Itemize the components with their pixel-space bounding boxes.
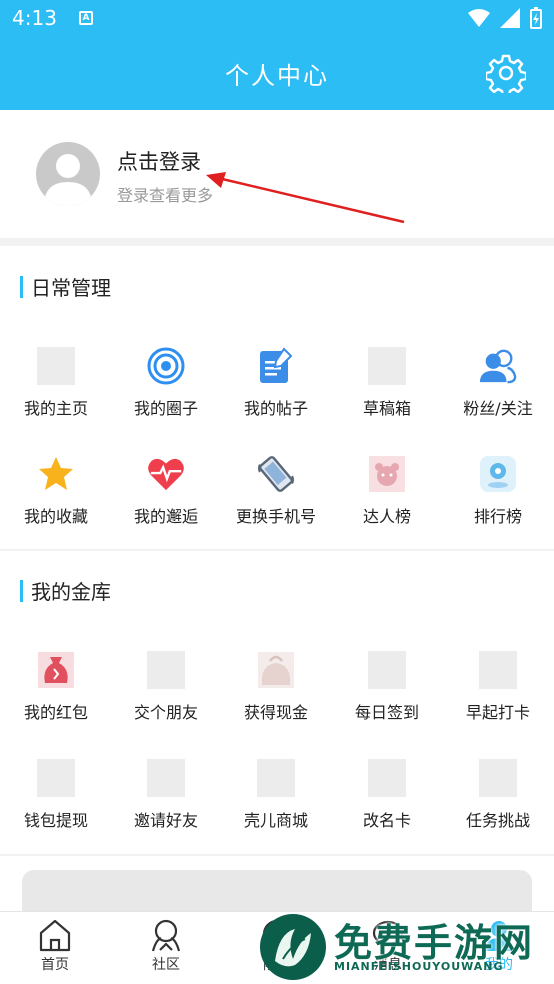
- placeholder-icon: [368, 651, 406, 689]
- item-label: 壳儿商城: [243, 811, 308, 830]
- section-vault: 我的金库: [20, 576, 111, 605]
- item-label: 每日签到: [354, 703, 419, 722]
- item-label: 我的主页: [23, 399, 88, 418]
- watermark-title: 免费手游网: [334, 920, 535, 965]
- divider: [0, 549, 554, 551]
- notification-icon: A: [78, 11, 93, 25]
- watermark: 免费手游网 MIANFEISHOUYOUWANG: [256, 908, 554, 984]
- grid-item-get-cash[interactable]: 获得现金: [221, 651, 331, 723]
- default-avatar-icon: [44, 154, 92, 206]
- item-label: 排行榜: [473, 507, 522, 526]
- page-title: 个人中心: [225, 61, 329, 90]
- location-icon: [479, 455, 517, 493]
- bear-icon: [368, 455, 406, 493]
- item-label: 任务挑战: [465, 811, 530, 830]
- signal-icon: [500, 8, 520, 28]
- item-label: 草稿箱: [362, 399, 411, 418]
- red-packet-icon: [37, 651, 75, 689]
- section-daily: 日常管理: [20, 272, 111, 301]
- grid-item-my-homepage[interactable]: 我的主页: [1, 347, 111, 419]
- grid-item-make-friends[interactable]: 交个朋友: [111, 651, 221, 723]
- purse-icon: [257, 651, 295, 689]
- grid-item-my-posts[interactable]: 我的帖子: [221, 347, 331, 419]
- grid-item-fans-follow[interactable]: 粉丝/关注: [443, 347, 553, 419]
- grid-item-withdraw[interactable]: 钱包提现: [1, 759, 111, 831]
- item-label: 我的邂逅: [133, 507, 198, 526]
- community-icon: [151, 919, 181, 952]
- grid-item-invite-friends[interactable]: 邀请好友: [111, 759, 221, 831]
- grid-item-drafts[interactable]: 草稿箱: [332, 347, 442, 419]
- circle-target-icon: [147, 347, 185, 385]
- grid-item-favorites[interactable]: 我的收藏: [1, 455, 111, 527]
- item-label: 粉丝/关注: [463, 399, 533, 418]
- placeholder-icon: [147, 759, 185, 797]
- grid-item-my-circle[interactable]: 我的圈子: [111, 347, 221, 419]
- item-label: 交个朋友: [133, 703, 198, 722]
- avatar[interactable]: [36, 142, 100, 206]
- section-title: 日常管理: [31, 276, 111, 300]
- grid-item-task-challenge[interactable]: 任务挑战: [443, 759, 553, 831]
- section-title: 我的金库: [31, 580, 111, 604]
- gear-icon[interactable]: [486, 53, 526, 93]
- placeholder-icon: [147, 651, 185, 689]
- nav-home[interactable]: 首页: [0, 918, 110, 974]
- placeholder-icon: [368, 347, 406, 385]
- grid-item-shell-mall[interactable]: 壳儿商城: [221, 759, 331, 831]
- status-time: 4:13: [12, 6, 57, 30]
- item-label: 我的帖子: [243, 399, 308, 418]
- item-label: 改名卡: [362, 811, 411, 830]
- login-hint: 登录查看更多: [117, 186, 214, 205]
- item-label: 早起打卡: [465, 703, 530, 722]
- login-label[interactable]: 点击登录: [117, 146, 201, 176]
- home-icon: [39, 919, 71, 952]
- placeholder-icon: [37, 759, 75, 797]
- app-header: 个人中心: [0, 36, 554, 110]
- item-label: 我的红包: [23, 703, 88, 722]
- item-label: 更换手机号: [235, 507, 316, 526]
- star-icon: [37, 455, 75, 493]
- watermark-logo-icon: [260, 914, 326, 980]
- status-bar: 4:13 A: [0, 0, 554, 36]
- grid-item-rename-card[interactable]: 改名卡: [332, 759, 442, 831]
- divider: [0, 854, 554, 856]
- item-label: 我的收藏: [23, 507, 88, 526]
- grid-item-ranking[interactable]: 排行榜: [443, 455, 553, 527]
- grid-item-experts[interactable]: 达人榜: [332, 455, 442, 527]
- nav-label: 首页: [41, 957, 69, 973]
- placeholder-icon: [479, 759, 517, 797]
- item-label: 获得现金: [243, 703, 308, 722]
- phone-icon: [257, 455, 295, 493]
- item-label: 钱包提现: [23, 811, 88, 830]
- grid-item-change-phone[interactable]: 更换手机号: [221, 455, 331, 527]
- item-label: 邀请好友: [133, 811, 198, 830]
- nav-label: 社区: [152, 957, 180, 973]
- battery-icon: [530, 7, 542, 29]
- wifi-icon: [468, 9, 490, 27]
- nav-community[interactable]: 社区: [111, 918, 221, 974]
- grid-item-daily-checkin[interactable]: 每日签到: [332, 651, 442, 723]
- placeholder-icon: [37, 347, 75, 385]
- section-accent: [20, 275, 23, 298]
- item-label: 达人榜: [362, 507, 411, 526]
- heartbeat-icon: [147, 455, 185, 493]
- grid-item-early-checkin[interactable]: 早起打卡: [443, 651, 553, 723]
- divider: [0, 238, 554, 246]
- item-label: 我的圈子: [133, 399, 198, 418]
- placeholder-icon: [257, 759, 295, 797]
- users-icon: [479, 347, 517, 385]
- edit-note-icon: [257, 347, 295, 385]
- placeholder-icon: [368, 759, 406, 797]
- grid-item-encounter[interactable]: 我的邂逅: [111, 455, 221, 527]
- grid-item-red-packet[interactable]: 我的红包: [1, 651, 111, 723]
- annotation-arrow-icon: [206, 172, 405, 224]
- placeholder-icon: [479, 651, 517, 689]
- status-icons: [468, 7, 542, 29]
- watermark-subtitle: MIANFEISHOUYOUWANG: [334, 960, 504, 973]
- section-accent: [20, 579, 23, 602]
